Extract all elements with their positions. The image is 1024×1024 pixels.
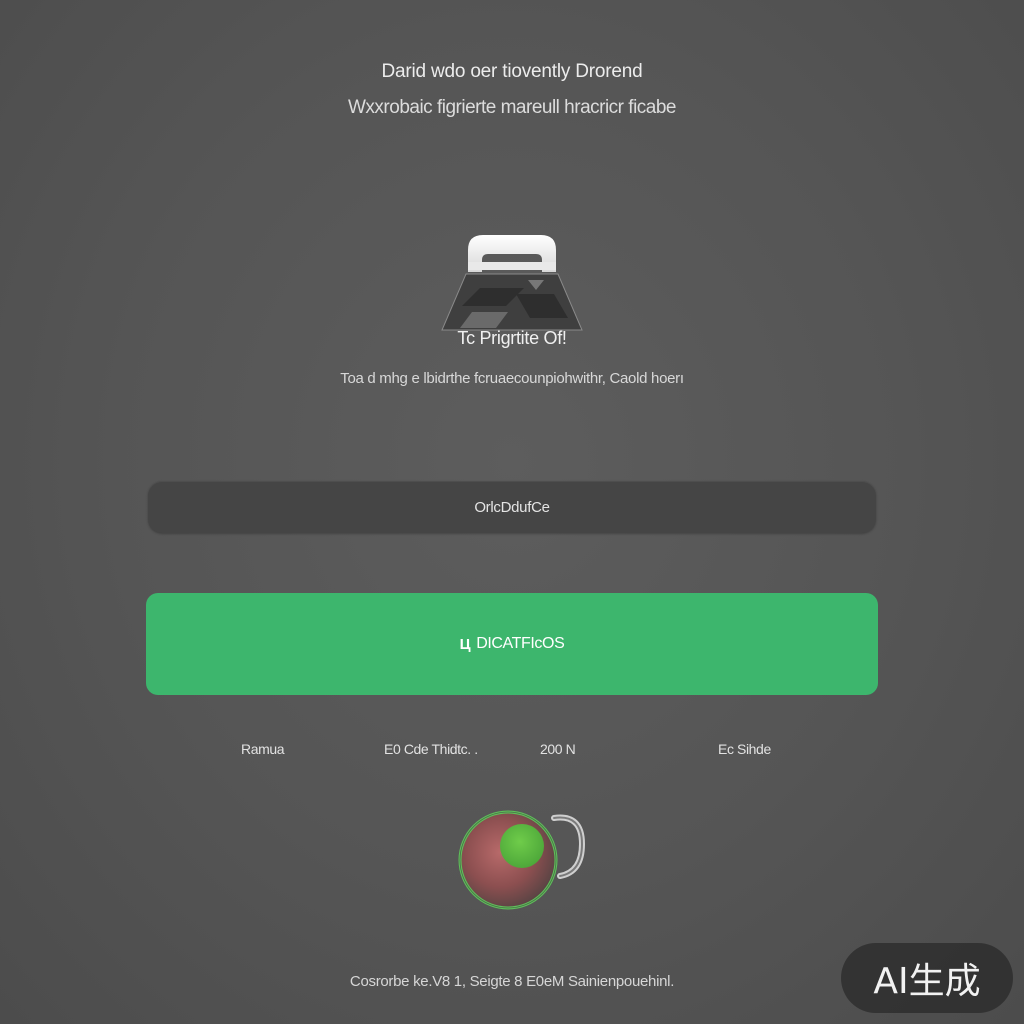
ai-watermark-badge: AI生成 [841, 943, 1013, 1013]
page-header: Darid wdo oer tiovently Drorend Wxxrobai… [0, 58, 1024, 122]
button-glyph-icon: Ц [459, 635, 471, 653]
stats-row: Ramua E0 Cde Thidtc. . 200 N Ec Sihde [0, 741, 1024, 763]
stat-item-4: Ec Sihde [718, 741, 771, 757]
avatar-orb-icon[interactable] [452, 808, 592, 912]
stat-item-1: Ramua [241, 741, 285, 757]
bag-logo-icon [432, 232, 592, 342]
product-description: Toa d mhg e lbidrthe fcruaecounpiohwithr… [340, 370, 684, 387]
primary-button[interactable]: Ц DICATFIcOS [146, 593, 878, 695]
secondary-button-label: OrlcDdufCe [474, 498, 550, 516]
stat-item-3: 200 N [540, 741, 576, 757]
product-name: Tc Prigrtite Of! [457, 328, 567, 348]
secondary-button[interactable]: OrlcDdufCe [148, 481, 876, 533]
stat-item-2: E0 Cde Thidtc. . [384, 741, 478, 757]
page-subtitle: Wxxrobaic figrierte mareull hracricr fic… [348, 97, 677, 118]
page-title: Darid wdo oer tiovently Drorend [381, 61, 643, 82]
watermark-label: AI生成 [873, 961, 981, 1002]
primary-button-label: DICATFIcOS [476, 635, 565, 652]
